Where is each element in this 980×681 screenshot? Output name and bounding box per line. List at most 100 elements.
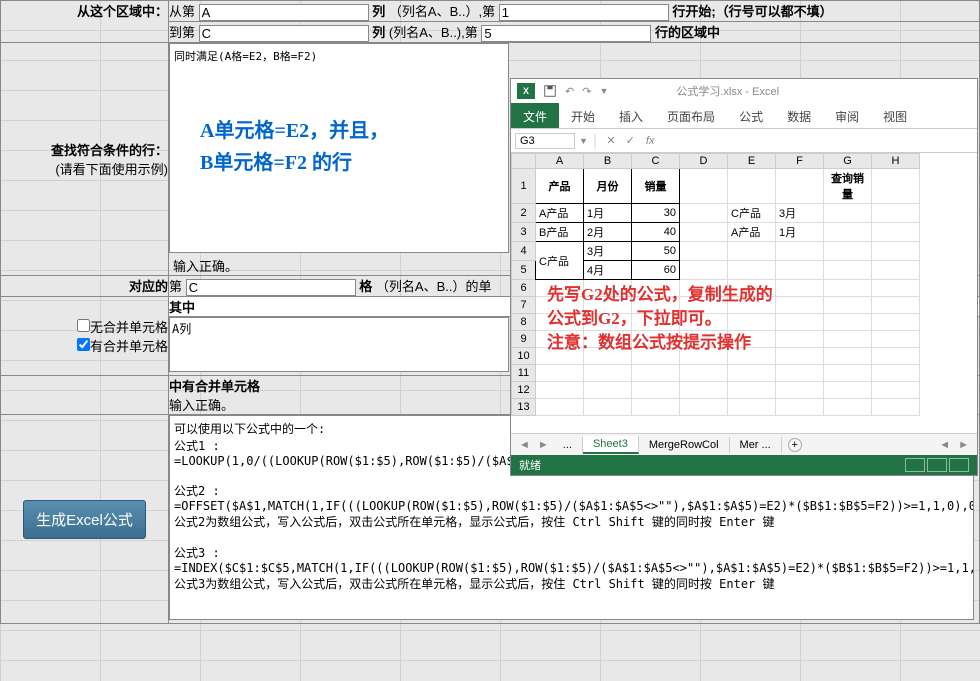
undo-icon[interactable]: ↶ [565, 85, 574, 98]
cell-C13[interactable] [632, 399, 680, 416]
cell-D13[interactable] [680, 399, 728, 416]
ribbon-tab-layout[interactable]: 页面布局 [655, 103, 727, 128]
cell-G4[interactable] [824, 242, 872, 261]
cell-B12[interactable] [584, 382, 632, 399]
cell-F12[interactable] [776, 382, 824, 399]
has-merge-checkbox[interactable] [77, 338, 90, 351]
target-col-input[interactable] [186, 279, 356, 296]
cell-F2[interactable]: 3月 [776, 204, 824, 223]
cell-E2[interactable]: C产品 [728, 204, 776, 223]
cell-B3[interactable]: 2月 [584, 223, 632, 242]
save-icon[interactable] [543, 84, 557, 98]
cell-F11[interactable] [776, 365, 824, 382]
cell-C12[interactable] [632, 382, 680, 399]
hscroll-left-icon[interactable]: ◄ [935, 439, 954, 451]
merge-col-textarea[interactable]: A列 [169, 317, 509, 372]
cell-G1[interactable]: 查询销量 [824, 169, 872, 204]
cell-G11[interactable] [824, 365, 872, 382]
cell-B11[interactable] [584, 365, 632, 382]
view-normal-icon[interactable] [905, 458, 925, 472]
redo-icon[interactable]: ↷ [582, 85, 591, 98]
cell-A3[interactable]: B产品 [536, 223, 584, 242]
cell-A2[interactable]: A产品 [536, 204, 584, 223]
from-row-input[interactable] [499, 4, 669, 21]
cell-E5[interactable] [728, 261, 776, 280]
fx-label[interactable]: fx [646, 135, 655, 147]
cell-F1[interactable] [776, 169, 824, 204]
sheet-tab-dots[interactable]: ... [553, 437, 583, 453]
cell-A4[interactable]: C产品 [536, 242, 584, 280]
cell-D1[interactable] [680, 169, 728, 204]
cell-H2[interactable] [872, 204, 920, 223]
from-col-input[interactable] [199, 4, 369, 21]
cell-G12[interactable] [824, 382, 872, 399]
view-layout-icon[interactable] [927, 458, 947, 472]
ribbon-tab-data[interactable]: 数据 [775, 103, 823, 128]
sheet-tab-active[interactable]: Sheet3 [583, 436, 639, 454]
cell-G3[interactable] [824, 223, 872, 242]
cell-C4[interactable]: 50 [632, 242, 680, 261]
qat-dropdown-icon[interactable]: ▼ [599, 86, 608, 96]
cell-H11[interactable] [872, 365, 920, 382]
cell-H12[interactable] [872, 382, 920, 399]
cell-E12[interactable] [728, 382, 776, 399]
ribbon-tab-formula[interactable]: 公式 [727, 103, 775, 128]
cell-A12[interactable] [536, 382, 584, 399]
to-row-input[interactable] [481, 25, 651, 42]
cell-D11[interactable] [680, 365, 728, 382]
view-break-icon[interactable] [949, 458, 969, 472]
ribbon-tab-home[interactable]: 开始 [559, 103, 607, 128]
cell-C2[interactable]: 30 [632, 204, 680, 223]
cell-D3[interactable] [680, 223, 728, 242]
cell-F4[interactable] [776, 242, 824, 261]
sheet-tab-2[interactable]: MergeRowCol [639, 437, 730, 453]
cell-G13[interactable] [824, 399, 872, 416]
to-col-input[interactable] [199, 25, 369, 42]
sheet-add-button[interactable]: + [788, 438, 802, 452]
cell-A13[interactable] [536, 399, 584, 416]
name-box-input[interactable] [515, 133, 575, 149]
fbar-enter-icon[interactable]: ✓ [623, 134, 638, 147]
cell-H13[interactable] [872, 399, 920, 416]
hscroll-right-icon[interactable]: ► [954, 439, 973, 451]
cell-D12[interactable] [680, 382, 728, 399]
ribbon-tab-insert[interactable]: 插入 [607, 103, 655, 128]
has-merge-label[interactable]: 有合并单元格 [1, 336, 168, 355]
cell-E1[interactable] [728, 169, 776, 204]
cell-G5[interactable] [824, 261, 872, 280]
cell-E4[interactable] [728, 242, 776, 261]
cell-B1[interactable]: 月份 [584, 169, 632, 204]
cell-D4[interactable] [680, 242, 728, 261]
cell-C1[interactable]: 销量 [632, 169, 680, 204]
cell-H5[interactable] [872, 261, 920, 280]
cell-G2[interactable] [824, 204, 872, 223]
cell-E3[interactable]: A产品 [728, 223, 776, 242]
name-box-dropdown-icon[interactable]: ▼ [579, 136, 588, 146]
no-merge-label[interactable]: 无合并单元格 [1, 317, 168, 336]
cell-E11[interactable] [728, 365, 776, 382]
cell-C5[interactable]: 60 [632, 261, 680, 280]
cell-A1[interactable]: 产品 [536, 169, 584, 204]
cell-H3[interactable] [872, 223, 920, 242]
cell-F13[interactable] [776, 399, 824, 416]
cell-B5[interactable]: 4月 [584, 261, 632, 280]
condition-textarea[interactable]: 同时满足(A格=E2，B格=F2) [169, 43, 509, 253]
cell-D5[interactable] [680, 261, 728, 280]
no-merge-checkbox[interactable] [77, 319, 90, 332]
generate-formula-button[interactable]: 生成Excel公式 [23, 500, 146, 539]
ribbon-tab-review[interactable]: 审阅 [823, 103, 871, 128]
cell-H1[interactable] [872, 169, 920, 204]
cell-A11[interactable] [536, 365, 584, 382]
cell-B2[interactable]: 1月 [584, 204, 632, 223]
sheet-nav-next-icon[interactable]: ► [534, 439, 553, 451]
fbar-cancel-icon[interactable]: ✕ [603, 134, 618, 147]
cell-B13[interactable] [584, 399, 632, 416]
cell-C11[interactable] [632, 365, 680, 382]
cell-D2[interactable] [680, 204, 728, 223]
cell-H4[interactable] [872, 242, 920, 261]
ribbon-tab-view[interactable]: 视图 [871, 103, 919, 128]
excel-grid[interactable]: ABCDEFGH1产品月份销量查询销量2A产品1月30C产品3月3B产品2月40… [511, 153, 977, 433]
cell-C3[interactable]: 40 [632, 223, 680, 242]
cell-B4[interactable]: 3月 [584, 242, 632, 261]
cell-F5[interactable] [776, 261, 824, 280]
